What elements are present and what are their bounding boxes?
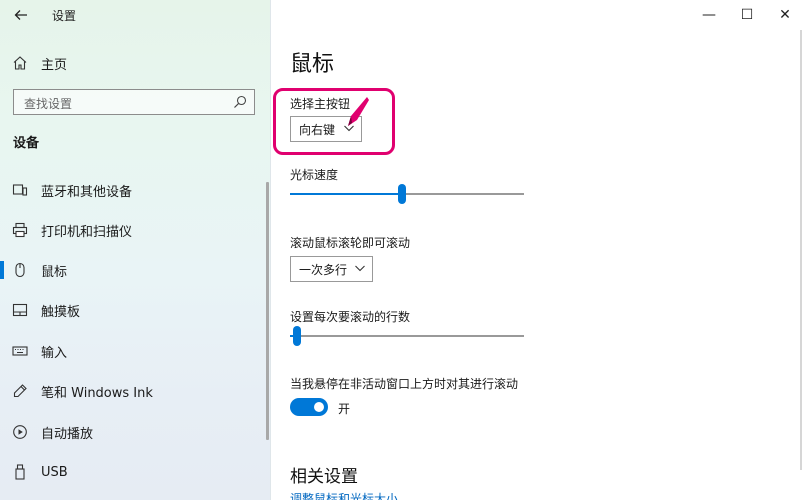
sidebar-scrollbar[interactable]	[266, 182, 269, 440]
search-icon[interactable]	[232, 94, 248, 110]
mouse-icon	[12, 262, 28, 278]
scroll-mode-value: 一次多行	[299, 262, 348, 277]
sidebar-item-label: 笔和 Windows Ink	[41, 385, 153, 401]
sidebar-item-autoplay[interactable]: 自动播放	[0, 417, 265, 447]
sidebar-item-label: 鼠标	[41, 264, 68, 280]
touchpad-icon	[12, 302, 28, 318]
bluetooth-devices-icon	[12, 182, 28, 198]
toggle-knob	[314, 402, 324, 412]
sidebar-item-label: USB	[41, 464, 68, 480]
arrow-left-icon	[14, 10, 27, 20]
sidebar-item-touchpad[interactable]: 触摸板	[0, 295, 265, 325]
cursor-speed-label: 光标速度	[290, 168, 339, 182]
content-scrollbar[interactable]	[800, 30, 802, 470]
settings-sidebar: 设置 主页 查找设置 设备 蓝牙和其他设备 打印机和扫描仪 鼠标 触摸板 输入 …	[0, 0, 271, 500]
cursor-speed-slider[interactable]	[290, 183, 524, 205]
slider-fill	[290, 193, 403, 195]
title-bar: 设置	[0, 0, 271, 30]
toggle-state-label: 开	[338, 402, 351, 416]
back-button[interactable]	[10, 5, 32, 25]
scroll-mode-label: 滚动鼠标滚轮即可滚动	[290, 236, 411, 250]
sidebar-item-label: 蓝牙和其他设备	[41, 184, 133, 200]
slider-thumb[interactable]	[293, 326, 302, 346]
sidebar-item-pen[interactable]: 笔和 Windows Ink	[0, 376, 265, 406]
chevron-down-icon	[355, 265, 365, 272]
autoplay-icon	[12, 424, 28, 440]
sidebar-item-label: 输入	[41, 345, 68, 361]
slider-thumb[interactable]	[398, 184, 407, 204]
close-button[interactable]: ✕	[766, 0, 804, 30]
usb-icon	[12, 464, 28, 480]
printer-icon	[12, 222, 28, 238]
sidebar-item-bluetooth[interactable]: 蓝牙和其他设备	[0, 175, 265, 205]
search-placeholder: 查找设置	[24, 97, 73, 111]
home-nav[interactable]: 主页	[12, 53, 67, 73]
lines-per-scroll-slider[interactable]	[290, 325, 524, 347]
page-title: 鼠标	[290, 52, 335, 77]
sidebar-item-usb[interactable]: USB	[0, 457, 265, 487]
search-input[interactable]: 查找设置	[13, 89, 255, 115]
minimize-button[interactable]: —	[690, 0, 728, 30]
maximize-button[interactable]: ☐	[728, 0, 766, 30]
related-settings-title: 相关设置	[290, 467, 358, 487]
keyboard-icon	[12, 343, 28, 359]
sidebar-item-mouse[interactable]: 鼠标	[0, 255, 265, 285]
slider-track	[290, 335, 524, 337]
home-label: 主页	[41, 57, 68, 73]
sidebar-item-input[interactable]: 输入	[0, 336, 265, 366]
sidebar-item-label: 打印机和扫描仪	[41, 224, 133, 240]
scroll-mode-dropdown[interactable]: 一次多行	[290, 256, 373, 282]
window-title: 设置	[52, 9, 77, 23]
lines-per-scroll-label: 设置每次要滚动的行数	[290, 310, 411, 324]
annotation-pen-icon	[348, 97, 369, 126]
home-icon	[13, 56, 27, 70]
annotation-highlight-box	[273, 88, 395, 155]
section-title: 设备	[13, 136, 40, 151]
inactive-scroll-label: 当我悬停在非活动窗口上方时对其进行滚动	[290, 377, 519, 391]
sidebar-item-printers[interactable]: 打印机和扫描仪	[0, 215, 265, 245]
related-settings-link[interactable]: 调整鼠标和光标大小	[290, 490, 398, 500]
sidebar-item-label: 触摸板	[41, 304, 81, 320]
sidebar-item-label: 自动播放	[41, 426, 94, 442]
inactive-scroll-toggle[interactable]	[290, 398, 328, 416]
pen-icon	[12, 383, 28, 399]
